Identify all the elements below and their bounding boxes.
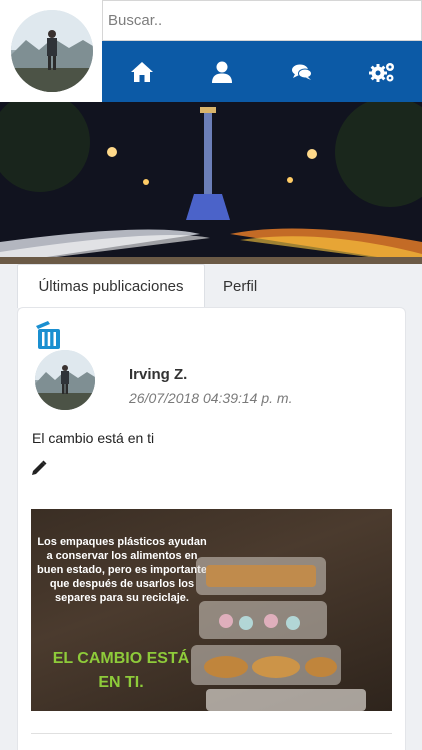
user-avatar[interactable] [11,10,93,92]
post-body-text: El cambio está en ti [32,430,155,446]
trash-icon [36,321,60,349]
post-image-slogan: EL CAMBIO ESTÁ EN TI. [52,650,190,691]
post-card: Irving Z. 26/07/2018 04:39:14 p. m. El c… [17,307,406,750]
comments-icon [292,64,312,80]
post-divider [31,733,392,734]
pencil-icon [32,460,47,475]
post-image[interactable]: Los empaques plásticos ayudan a conserva… [31,509,392,711]
author-photo [35,350,95,410]
cover-photo [0,102,422,264]
home-icon [131,61,153,82]
post-author-name[interactable]: Irving Z. [129,366,187,383]
nav-bar [102,41,422,102]
city-night-photo [0,102,422,264]
tab-profile[interactable]: Perfil [223,264,283,308]
search-input[interactable] [103,1,421,40]
user-icon [212,61,232,83]
header [0,0,422,102]
post-image-caption: Los empaques plásticos ayudan a conserva… [37,536,207,604]
nav-settings-button[interactable] [354,44,410,100]
edit-post-button[interactable] [31,460,47,481]
tab-latest-posts[interactable]: Últimas publicaciones [17,264,205,308]
nav-home-button[interactable] [114,44,170,100]
tab-bar: Últimas publicaciones Perfil [0,264,422,308]
nav-messages-button[interactable] [274,44,330,100]
search-box [102,0,422,41]
avatar-photo [11,10,93,92]
gears-icon [369,62,394,82]
post-author-avatar[interactable] [35,350,95,410]
nav-profile-button[interactable] [194,44,250,100]
app-screen: Últimas publicaciones Perfil [0,0,422,750]
post-timestamp: 26/07/2018 04:39:14 p. m. [129,390,293,406]
